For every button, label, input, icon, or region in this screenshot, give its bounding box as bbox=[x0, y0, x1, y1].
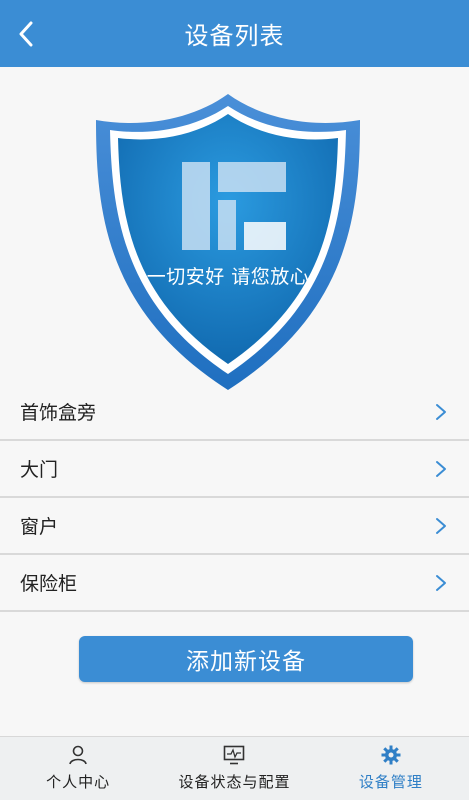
device-item-main-door[interactable]: 大门 bbox=[0, 441, 469, 498]
shield-slogan: 一切安好 请您放心 bbox=[146, 266, 310, 288]
tab-label: 设备状态与配置 bbox=[178, 773, 291, 791]
back-button[interactable] bbox=[6, 12, 46, 56]
device-item-safe[interactable]: 保险柜 bbox=[0, 555, 469, 612]
tab-device-status[interactable]: 设备状态与配置 bbox=[156, 737, 312, 800]
device-label: 保险柜 bbox=[20, 573, 78, 595]
device-label: 首饰盒旁 bbox=[20, 402, 97, 424]
security-shield: 一切安好 请您放心 bbox=[92, 92, 364, 392]
device-item-jewelry-box[interactable]: 首饰盒旁 bbox=[0, 384, 469, 441]
tab-label: 设备管理 bbox=[358, 773, 423, 791]
bottom-tab-bar: 个人中心 设备状态与配置 设备管理 bbox=[0, 736, 469, 800]
chevron-right-icon bbox=[436, 517, 446, 534]
page-title: 设备列表 bbox=[184, 22, 285, 50]
add-device-button[interactable]: 添加新设备 bbox=[79, 636, 413, 682]
chevron-right-icon bbox=[436, 460, 446, 477]
gear-icon bbox=[381, 745, 401, 765]
shield-icon bbox=[96, 94, 360, 390]
device-list: 首饰盒旁 大门 窗户 保险柜 bbox=[0, 384, 469, 612]
tab-device-management[interactable]: 设备管理 bbox=[313, 737, 469, 800]
person-icon bbox=[69, 745, 87, 765]
device-label: 大门 bbox=[20, 459, 59, 481]
chevron-right-icon bbox=[436, 574, 446, 591]
app-header: 设备列表 bbox=[0, 0, 469, 67]
tab-label: 个人中心 bbox=[46, 773, 111, 791]
device-item-window[interactable]: 窗户 bbox=[0, 498, 469, 555]
device-label: 窗户 bbox=[20, 516, 59, 538]
chevron-right-icon bbox=[436, 403, 446, 420]
monitor-icon bbox=[224, 745, 245, 765]
chevron-left-icon bbox=[19, 21, 33, 47]
tab-personal-center[interactable]: 个人中心 bbox=[0, 737, 156, 800]
